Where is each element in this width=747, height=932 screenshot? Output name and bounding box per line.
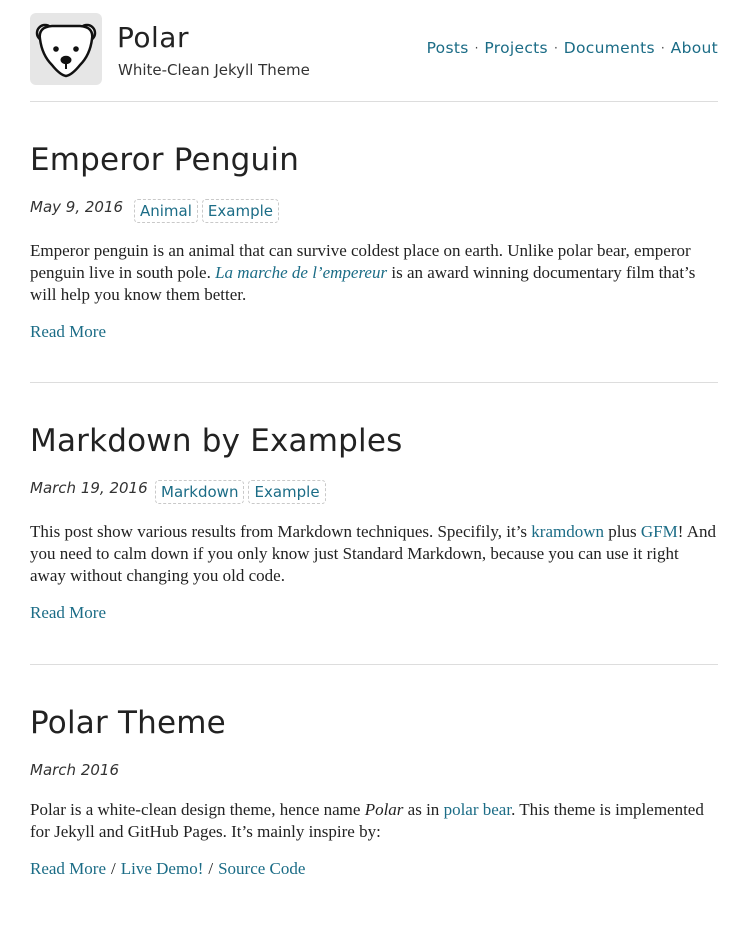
post-excerpt: Polar is a white-clean design theme, hen…	[30, 799, 718, 843]
excerpt-text: Polar is a white-clean design theme, hen…	[30, 800, 365, 819]
post-meta: May 9, 2016 Animal Example	[30, 198, 718, 223]
nav-about-link[interactable]: About	[671, 39, 718, 57]
read-more-link[interactable]: Read More	[30, 859, 106, 878]
source-code-link[interactable]: Source Code	[218, 859, 305, 878]
post-links: Read More / Live Demo! / Source Code	[30, 859, 718, 879]
live-demo-link[interactable]: Live Demo!	[121, 859, 204, 878]
post-links: Read More	[30, 603, 718, 623]
post-entry: Emperor Penguin May 9, 2016 Animal Examp…	[30, 142, 718, 342]
nav-projects-link[interactable]: Projects	[484, 39, 548, 57]
post-date: March 2016	[30, 761, 119, 779]
nav-separator: ·	[474, 41, 479, 55]
polar-bear-link[interactable]: polar bear	[444, 800, 512, 819]
post-meta: March 2016	[30, 761, 718, 785]
nav-separator: ·	[553, 41, 558, 55]
tag-animal[interactable]: Animal	[134, 199, 198, 223]
emphasis-text: Polar	[364, 800, 404, 819]
post-links: Read More	[30, 322, 718, 342]
site-header: Polar White-Clean Jekyll Theme Posts · P…	[30, 13, 718, 101]
excerpt-text: as in	[403, 800, 444, 819]
post-tags: Animal Example	[134, 199, 279, 223]
tag-example[interactable]: Example	[248, 480, 326, 504]
post-date: March 19, 2016	[30, 479, 148, 497]
post-title-link[interactable]: Emperor Penguin	[30, 142, 718, 178]
site-subtitle: White-Clean Jekyll Theme	[118, 61, 310, 79]
nav-separator: ·	[660, 41, 665, 55]
nav-documents-link[interactable]: Documents	[564, 39, 655, 57]
site-title[interactable]: Polar	[117, 21, 189, 54]
post-meta: March 19, 2016 Markdown Example	[30, 479, 718, 504]
excerpt-text: This post show various results from Mark…	[30, 522, 532, 541]
main-nav: Posts · Projects · Documents · About	[427, 39, 718, 57]
post-title-link[interactable]: Polar Theme	[30, 705, 718, 741]
read-more-link[interactable]: Read More	[30, 603, 106, 622]
post-divider	[30, 382, 718, 383]
post-divider	[30, 664, 718, 665]
read-more-link[interactable]: Read More	[30, 322, 106, 341]
link-separator: /	[208, 859, 214, 878]
post-date: May 9, 2016	[30, 198, 124, 216]
polar-bear-icon[interactable]	[30, 13, 102, 85]
post-entry: Markdown by Examples March 19, 2016 Mark…	[30, 423, 718, 623]
link-separator: /	[111, 859, 116, 878]
post-tags: Markdown Example	[155, 480, 326, 504]
tag-markdown[interactable]: Markdown	[155, 480, 245, 504]
header-divider	[30, 101, 718, 102]
post-excerpt: This post show various results from Mark…	[30, 521, 718, 587]
post-title-link[interactable]: Markdown by Examples	[30, 423, 718, 459]
excerpt-text: plus	[604, 522, 641, 541]
kramdown-link[interactable]: kramdown	[531, 522, 604, 541]
post-entry: Polar Theme March 2016 Polar is a white-…	[30, 705, 718, 879]
gfm-link[interactable]: GFM	[641, 522, 678, 541]
nav-posts-link[interactable]: Posts	[427, 39, 469, 57]
documentary-link[interactable]: La marche de l’empereur	[215, 263, 387, 282]
post-excerpt: Emperor penguin is an animal that can su…	[30, 240, 718, 306]
page: Polar White-Clean Jekyll Theme Posts · P…	[0, 0, 747, 932]
tag-example[interactable]: Example	[201, 199, 279, 223]
